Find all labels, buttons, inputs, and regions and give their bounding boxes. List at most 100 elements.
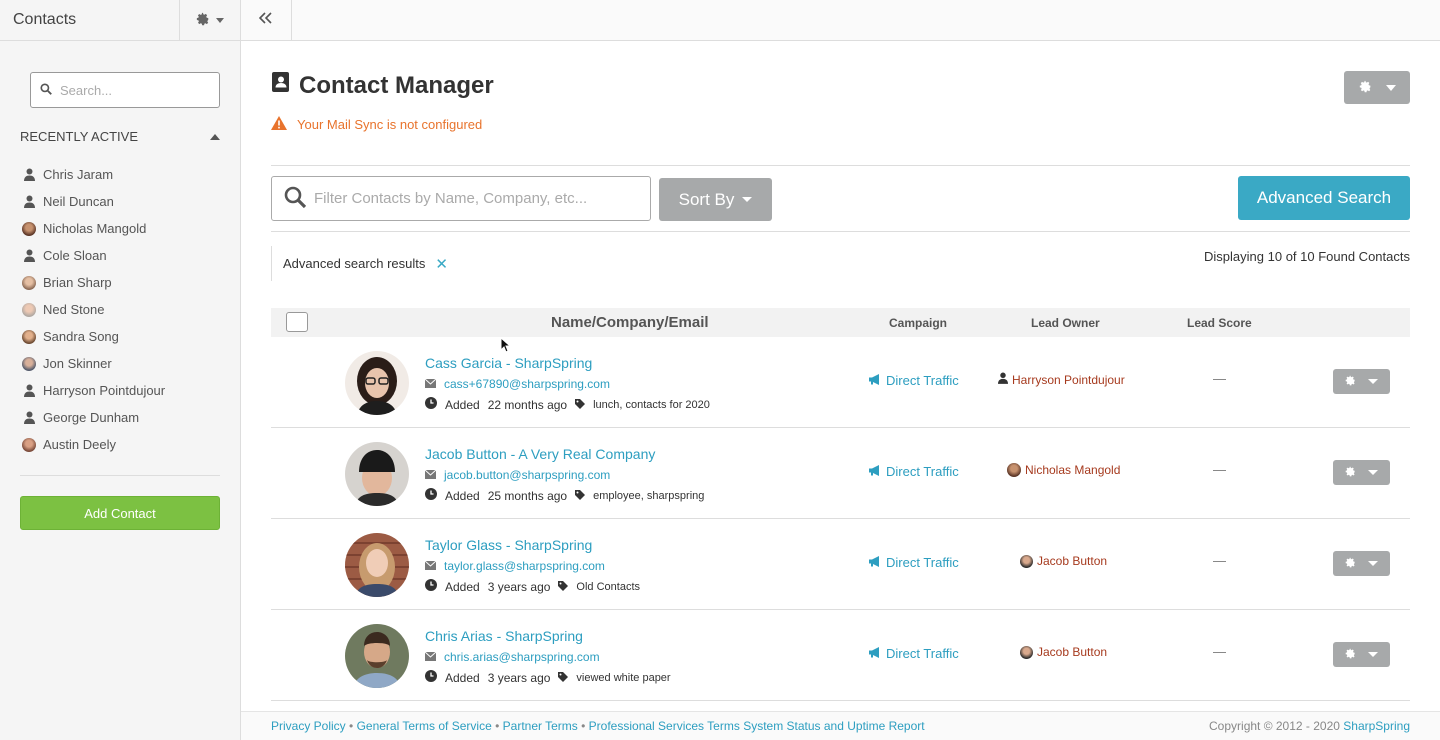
row-actions-button[interactable] xyxy=(1333,551,1390,576)
contact-name-link[interactable]: Cass Garcia - SharpSpring xyxy=(425,355,592,371)
advanced-search-button[interactable]: Advanced Search xyxy=(1238,176,1410,220)
campaign-link[interactable]: Direct Traffic xyxy=(869,464,959,479)
chevron-up-icon[interactable] xyxy=(210,133,220,140)
envelope-icon xyxy=(424,650,437,664)
recent-contact[interactable]: Brian Sharp xyxy=(22,269,165,296)
recent-contact[interactable]: Nicholas Mangold xyxy=(22,215,165,242)
campaign-link[interactable]: Direct Traffic xyxy=(869,373,959,388)
contact-email-text: cass+67890@sharpspring.com xyxy=(444,377,610,391)
add-contact-button[interactable]: Add Contact xyxy=(20,496,220,530)
recent-contact[interactable]: Harryson Pointdujour xyxy=(22,377,165,404)
clock-icon xyxy=(425,579,437,594)
recent-contact-name: Sandra Song xyxy=(43,329,119,344)
contact-tags: Old Contacts xyxy=(576,580,641,593)
recent-contact[interactable]: Ned Stone xyxy=(22,296,165,323)
brand-link[interactable]: SharpSpring xyxy=(1343,719,1410,733)
lead-score: — xyxy=(1213,371,1226,386)
added-prefix: Added xyxy=(445,579,480,594)
recent-contact[interactable]: Jon Skinner xyxy=(22,350,165,377)
double-chevron-left-icon xyxy=(258,11,273,29)
professional-services-terms-link[interactable]: Professional Services Terms xyxy=(589,719,740,733)
footer-separator: • xyxy=(495,719,500,733)
person-icon xyxy=(22,195,36,209)
contact-name-link[interactable]: Chris Arias - SharpSpring xyxy=(425,628,583,644)
avatar xyxy=(22,221,36,236)
lead-owner[interactable]: Jacob Button xyxy=(1020,645,1107,659)
recent-contact[interactable]: Sandra Song xyxy=(22,323,165,350)
added-date: 22 months ago xyxy=(487,397,568,412)
contact-avatar[interactable] xyxy=(345,533,409,597)
column-header-name[interactable]: Name/Company/Email xyxy=(551,314,709,331)
recent-contact-name: Harryson Pointdujour xyxy=(43,383,166,398)
contact-name-link[interactable]: Jacob Button - A Very Real Company xyxy=(425,446,655,462)
recent-contact[interactable]: Chris Jaram xyxy=(22,161,165,188)
partner-terms-link[interactable]: Partner Terms xyxy=(503,719,578,733)
column-header-lead-owner[interactable]: Lead Owner xyxy=(1031,316,1100,330)
chevron-down-icon xyxy=(1368,379,1378,384)
table-row: Taylor Glass - SharpSpring taylor.glass@… xyxy=(271,519,1410,610)
person-icon xyxy=(22,249,36,263)
system-status-link[interactable]: System Status and Uptime Report xyxy=(743,719,924,733)
lead-owner[interactable]: Jacob Button xyxy=(1020,554,1107,568)
contact-avatar[interactable] xyxy=(345,442,409,506)
row-actions-button[interactable] xyxy=(1333,642,1390,667)
filter-contacts[interactable] xyxy=(271,176,651,221)
sidebar-divider xyxy=(20,475,220,476)
page-settings-button[interactable] xyxy=(1344,71,1410,104)
contact-avatar[interactable] xyxy=(345,351,409,415)
column-header-campaign[interactable]: Campaign xyxy=(889,316,947,330)
filter-contacts-input[interactable] xyxy=(314,190,634,207)
gear-icon xyxy=(1345,556,1356,571)
gear-icon xyxy=(196,12,210,29)
contact-avatar[interactable] xyxy=(345,624,409,688)
contact-email[interactable]: cass+67890@sharpspring.com xyxy=(424,377,610,391)
footer-links: Privacy Policy • General Terms of Servic… xyxy=(271,719,925,733)
recent-contact-name: Jon Skinner xyxy=(43,356,112,371)
campaign-link[interactable]: Direct Traffic xyxy=(869,646,959,661)
person-icon xyxy=(22,168,36,182)
chevron-down-icon xyxy=(1385,84,1396,91)
lead-owner[interactable]: Nicholas Mangold xyxy=(1007,463,1120,477)
mail-sync-warning[interactable]: Your Mail Sync is not configured xyxy=(271,116,482,133)
copyright-text: Copyright © 2012 - 2020 xyxy=(1209,719,1340,733)
chevron-down-icon xyxy=(1368,652,1378,657)
row-actions-button[interactable] xyxy=(1333,369,1390,394)
topbar xyxy=(241,0,1440,41)
footer: Privacy Policy • General Terms of Servic… xyxy=(241,711,1440,740)
contact-email[interactable]: taylor.glass@sharpspring.com xyxy=(424,559,605,573)
sidebar-search-input[interactable] xyxy=(60,82,200,98)
recent-contact[interactable]: Neil Duncan xyxy=(22,188,165,215)
recently-active-header[interactable]: RECENTLY ACTIVE xyxy=(20,129,220,144)
sidebar-settings-button[interactable] xyxy=(179,0,240,40)
clock-icon xyxy=(425,670,437,685)
recent-contact-name: Ned Stone xyxy=(43,302,105,317)
lead-owner[interactable]: Harryson Pointdujour xyxy=(998,372,1125,387)
recent-contact[interactable]: Cole Sloan xyxy=(22,242,165,269)
megaphone-icon xyxy=(869,555,882,570)
contact-email[interactable]: jacob.button@sharpspring.com xyxy=(424,468,610,482)
avatar xyxy=(22,437,36,452)
close-icon[interactable]: ✕ xyxy=(435,255,448,273)
recent-contacts-list: Chris Jaram Neil Duncan Nicholas Mangold… xyxy=(22,161,165,458)
results-count: Displaying 10 of 10 Found Contacts xyxy=(1204,249,1410,264)
sidebar-search[interactable] xyxy=(30,72,220,108)
contact-email[interactable]: chris.arias@sharpspring.com xyxy=(424,650,600,664)
added-prefix: Added xyxy=(445,488,480,503)
megaphone-icon xyxy=(869,373,882,388)
recent-contact[interactable]: Austin Deely xyxy=(22,431,165,458)
advanced-search-results-filter: Advanced search results ✕ xyxy=(271,246,448,281)
select-all-checkbox[interactable] xyxy=(286,312,308,332)
avatar xyxy=(1007,463,1021,477)
row-actions-button[interactable] xyxy=(1333,460,1390,485)
campaign-link[interactable]: Direct Traffic xyxy=(869,555,959,570)
gear-icon xyxy=(1345,647,1356,662)
advanced-results-label: Advanced search results xyxy=(283,256,426,271)
collapse-sidebar-button[interactable] xyxy=(241,0,292,40)
privacy-policy-link[interactable]: Privacy Policy xyxy=(271,719,346,733)
avatar xyxy=(22,356,36,371)
recent-contact[interactable]: George Dunham xyxy=(22,404,165,431)
column-header-lead-score[interactable]: Lead Score xyxy=(1187,316,1252,330)
terms-of-service-link[interactable]: General Terms of Service xyxy=(357,719,492,733)
contact-name-link[interactable]: Taylor Glass - SharpSpring xyxy=(425,537,592,553)
sort-by-button[interactable]: Sort By xyxy=(659,178,772,221)
